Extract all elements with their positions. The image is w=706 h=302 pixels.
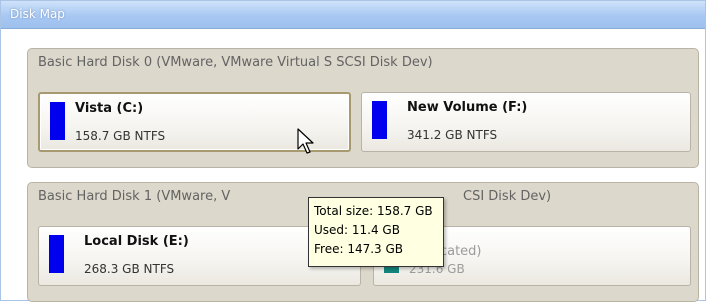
panel-title: Disk Map (10, 7, 65, 21)
volume-name: Vista (C:) (75, 101, 144, 116)
volume-info: 268.3 GB NTFS (84, 262, 175, 276)
mouse-cursor-icon (297, 128, 314, 154)
volume-info: 341.2 GB NTFS (407, 128, 498, 142)
volume-info: 158.7 GB NTFS (75, 129, 166, 143)
volume-name: Local Disk (E:) (84, 234, 189, 249)
disk-0-title: Basic Hard Disk 0 (VMware, VMware Virtua… (38, 55, 433, 70)
disk-1-title-tail: CSI Disk Dev) (463, 189, 552, 204)
volume-new-volume-f[interactable]: New Volume (F:) 341.2 GB NTFS (361, 92, 691, 152)
disk-0-group[interactable]: Basic Hard Disk 0 (VMware, VMware Virtua… (27, 48, 699, 168)
panel-titlebar: Disk Map (1, 1, 705, 29)
volume-tooltip: Total size: 158.7 GB Used: 11.4 GB Free:… (308, 197, 444, 267)
tooltip-used: Used: 11.4 GB (314, 223, 400, 237)
disk-map-window: Disk Map Basic Hard Disk 0 (VMware, VMwa… (0, 0, 706, 302)
volume-color-icon (372, 101, 387, 139)
tooltip-total-size: Total size: 158.7 GB (314, 204, 433, 218)
volume-name: New Volume (F:) (407, 100, 528, 115)
tooltip-free: Free: 147.3 GB (314, 242, 404, 256)
volume-color-icon (50, 102, 65, 140)
disk-1-title: Basic Hard Disk 1 (VMware, V (38, 189, 231, 204)
volume-color-icon (49, 235, 64, 273)
